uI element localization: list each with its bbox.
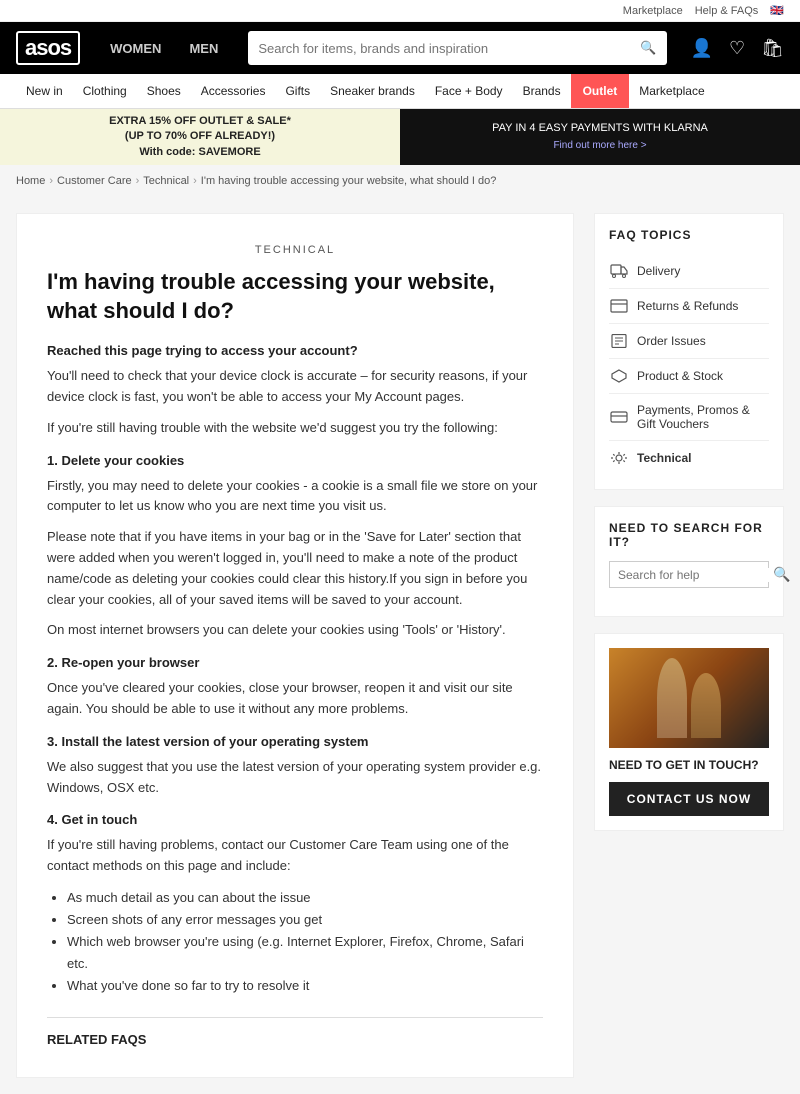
faq-returns-label: Returns & Refunds (637, 299, 738, 313)
help-link[interactable]: Help & FAQs (695, 5, 759, 17)
step2-heading: 2. Re-open your browser (47, 655, 543, 670)
promo-left[interactable]: EXTRA 15% OFF OUTLET & SALE* (UP TO 70% … (0, 109, 400, 165)
returns-icon (609, 298, 629, 314)
faq-technical-label: Technical (637, 451, 691, 465)
breadcrumb-customer-care[interactable]: Customer Care (57, 175, 132, 187)
bullet-1: As much detail as you can about the issu… (67, 887, 543, 909)
step2-p1: Once you've cleared your cookies, close … (47, 678, 543, 720)
breadcrumb-home[interactable]: Home (16, 175, 45, 187)
header-icons: 👤 ♡ 🛍 (691, 38, 784, 59)
bullet-list: As much detail as you can about the issu… (67, 887, 543, 997)
technical-icon (609, 450, 629, 466)
section1-heading: Reached this page trying to access your … (47, 343, 543, 358)
search-icon: 🔍 (640, 40, 656, 56)
nav-brands[interactable]: Brands (513, 74, 571, 108)
bullet-3: Which web browser you're using (e.g. Int… (67, 931, 543, 975)
sidebar: FAQ TOPICS Delivery (594, 213, 784, 1078)
step1-p1: Firstly, you may need to delete your coo… (47, 476, 543, 518)
nav-face-body[interactable]: Face + Body (425, 74, 513, 108)
contact-us-button[interactable]: CONTACT US NOW (609, 782, 769, 816)
section1-p2: If you're still having trouble with the … (47, 418, 543, 439)
promo-left-line1: EXTRA 15% OFF OUTLET & SALE* (109, 114, 291, 129)
faq-order-label: Order Issues (637, 334, 706, 348)
step1-p2: Please note that if you have items in yo… (47, 527, 543, 610)
promo-right[interactable]: PAY IN 4 EASY PAYMENTS WITH KLARNA Find … (400, 109, 800, 165)
promo-left-line3: With code: SAVEMORE (139, 145, 260, 160)
promo-banner: EXTRA 15% OFF OUTLET & SALE* (UP TO 70% … (0, 109, 800, 165)
faq-topics-section: FAQ TOPICS Delivery (594, 213, 784, 490)
person1-figure (657, 658, 687, 738)
search-box[interactable]: 🔍 (609, 561, 769, 588)
marketplace-link[interactable]: Marketplace (623, 5, 683, 17)
top-bar: Marketplace Help & FAQs 🇬🇧 (0, 0, 800, 22)
promo-right-line1: PAY IN 4 EASY PAYMENTS WITH KLARNA (492, 120, 708, 138)
nav-clothing[interactable]: Clothing (73, 74, 137, 108)
nav-accessories[interactable]: Accessories (191, 74, 276, 108)
nav-marketplace[interactable]: Marketplace (629, 74, 714, 108)
flag-icon: 🇬🇧 (770, 4, 784, 17)
search-title: NEED TO SEARCH FOR IT? (609, 521, 769, 549)
article: TECHNICAL I'm having trouble accessing y… (16, 213, 574, 1078)
step4-p1: If you're still having problems, contact… (47, 835, 543, 877)
faq-payments[interactable]: Payments, Promos & Gift Vouchers (609, 394, 769, 441)
bullet-2: Screen shots of any error messages you g… (67, 909, 543, 931)
faq-topics-title: FAQ TOPICS (609, 228, 769, 242)
step3-heading: 3. Install the latest version of your op… (47, 734, 543, 749)
article-title: I'm having trouble accessing your websit… (47, 268, 543, 325)
related-faqs: RELATED FAQS (47, 1017, 543, 1047)
nav-outlet[interactable]: Outlet (571, 74, 630, 108)
faq-returns[interactable]: Returns & Refunds (609, 289, 769, 324)
product-icon (609, 368, 629, 384)
content-wrap: TECHNICAL I'm having trouble accessing y… (0, 197, 800, 1094)
faq-payments-label: Payments, Promos & Gift Vouchers (637, 403, 769, 431)
wishlist-icon[interactable]: ♡ (729, 38, 745, 59)
logo[interactable]: asos (16, 31, 80, 65)
faq-delivery-label: Delivery (637, 264, 680, 278)
help-search-icon: 🔍 (773, 566, 790, 583)
nav-new-in[interactable]: New in (16, 74, 73, 108)
search-input[interactable] (258, 41, 640, 56)
breadcrumb-technical[interactable]: Technical (143, 175, 189, 187)
contact-section: NEED TO GET IN TOUCH? CONTACT US NOW (594, 633, 784, 831)
step1-heading: 1. Delete your cookies (47, 453, 543, 468)
delivery-icon (609, 263, 629, 279)
section1-p1: You'll need to check that your device cl… (47, 366, 543, 408)
header-nav: WOMEN MEN (96, 22, 232, 74)
klarna-link[interactable]: Find out more here > (553, 138, 646, 154)
cart-icon[interactable]: 🛍 (761, 38, 784, 59)
article-tag: TECHNICAL (47, 244, 543, 256)
contact-image (609, 648, 769, 748)
order-icon (609, 333, 629, 349)
nav-women[interactable]: WOMEN (96, 22, 175, 74)
help-search-input[interactable] (618, 568, 773, 582)
contact-title: NEED TO GET IN TOUCH? (609, 758, 769, 772)
main-nav: New in Clothing Shoes Accessories Gifts … (0, 74, 800, 109)
faq-product-label: Product & Stock (637, 369, 723, 383)
payments-icon (609, 409, 629, 425)
bullet-4: What you've done so far to try to resolv… (67, 975, 543, 997)
search-section: NEED TO SEARCH FOR IT? 🔍 (594, 506, 784, 617)
search-bar[interactable]: 🔍 (248, 31, 666, 65)
breadcrumb-current: I'm having trouble accessing your websit… (201, 175, 497, 187)
nav-gifts[interactable]: Gifts (275, 74, 320, 108)
faq-delivery[interactable]: Delivery (609, 254, 769, 289)
promo-left-line2: (UP TO 70% OFF ALREADY!) (125, 129, 275, 144)
faq-product-stock[interactable]: Product & Stock (609, 359, 769, 394)
nav-men[interactable]: MEN (175, 22, 232, 74)
header: asos WOMEN MEN 🔍 👤 ♡ 🛍 (0, 22, 800, 74)
step1-p3: On most internet browsers you can delete… (47, 620, 543, 641)
faq-technical[interactable]: Technical (609, 441, 769, 475)
step3-p1: We also suggest that you use the latest … (47, 757, 543, 799)
step4-heading: 4. Get in touch (47, 812, 543, 827)
nav-shoes[interactable]: Shoes (137, 74, 191, 108)
nav-sneaker-brands[interactable]: Sneaker brands (320, 74, 425, 108)
related-faqs-title: RELATED FAQS (47, 1032, 543, 1047)
account-icon[interactable]: 👤 (691, 38, 713, 59)
faq-order-issues[interactable]: Order Issues (609, 324, 769, 359)
breadcrumb: Home › Customer Care › Technical › I'm h… (0, 165, 800, 197)
person2-figure (691, 673, 721, 738)
